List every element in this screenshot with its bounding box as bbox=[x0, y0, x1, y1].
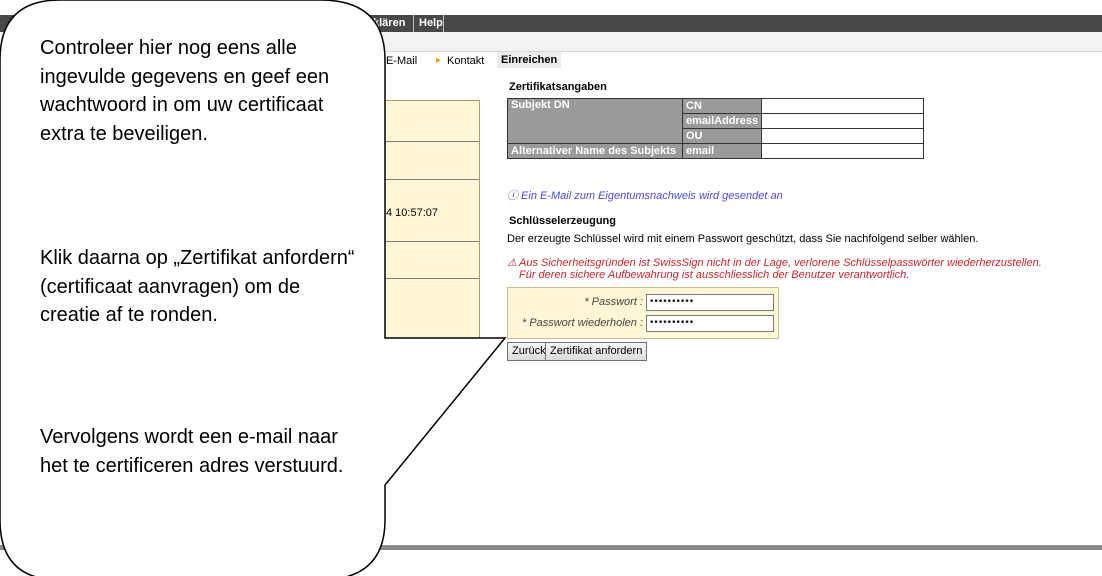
cert-table: Subjekt DN CN emailAddress OU Alternativ… bbox=[507, 98, 925, 159]
cert-section-title: Zertifikatsangaben bbox=[509, 81, 607, 93]
request-certificate-button[interactable]: Zertifikat anfordern bbox=[545, 342, 648, 361]
ou-value bbox=[761, 128, 925, 144]
warning-notice: ⚠ Aus Sicherheitsgründen ist SwissSign ni… bbox=[507, 257, 1042, 281]
callout-text-1: Controleer hier nog eens alle ingevulde … bbox=[40, 37, 330, 145]
alt-name-label: Alternativer Name des Subjekts bbox=[507, 143, 683, 159]
password-repeat-input[interactable]: •••••••••• bbox=[646, 315, 774, 332]
bottom-bar bbox=[0, 545, 1102, 550]
keygen-description: Der erzeugte Schlüssel wird mit einem Pa… bbox=[507, 233, 979, 245]
menu-item-klaeren[interactable]: klären bbox=[368, 15, 410, 32]
password-box: * Passwort : •••••••••• * Passwort wiede… bbox=[507, 287, 779, 339]
breadcrumb-kontakt[interactable]: Kontakt bbox=[447, 55, 484, 67]
password-label: * Passwort : bbox=[584, 296, 643, 308]
timestamp-value: 4 10:57:07 bbox=[386, 207, 438, 219]
warning-line-1: Aus Sicherheitsgründen ist SwissSign nic… bbox=[519, 257, 1042, 269]
password-input[interactable]: •••••••••• bbox=[646, 294, 774, 311]
email-value bbox=[761, 143, 925, 159]
warning-icon: ⚠ bbox=[507, 257, 517, 269]
divider bbox=[269, 241, 479, 242]
cn-value bbox=[761, 98, 925, 114]
password-repeat-label: * Passwort wiederholen : bbox=[521, 317, 643, 329]
info-notice: ⓘ Ein E-Mail zum Eigentumsnachweis wird … bbox=[507, 190, 783, 202]
callout-text-2: Klik daarna op „Zertifikat anfordern“ (c… bbox=[40, 247, 355, 326]
divider bbox=[269, 179, 479, 180]
breadcrumb-active-einreichen: Einreichen bbox=[497, 52, 562, 68]
field-cn: CN bbox=[681, 98, 763, 114]
keygen-section-title: Schlüsselerzeugung bbox=[509, 215, 616, 227]
email-address-value bbox=[761, 113, 925, 129]
callout-text-3: Vervolgens wordt een e-mail naar het te … bbox=[40, 426, 344, 477]
field-email-address: emailAddress bbox=[681, 113, 763, 129]
subject-dn-label: Subjekt DN bbox=[507, 98, 683, 144]
chevron-right-icon: ▸ bbox=[436, 55, 442, 66]
field-ou: OU bbox=[681, 128, 763, 144]
menu-separator bbox=[443, 15, 444, 32]
menu-bar bbox=[0, 15, 1102, 32]
warning-line-2: Für deren sichere Aufbewahrung ist aussc… bbox=[519, 269, 910, 281]
field-email: email bbox=[681, 143, 763, 159]
breadcrumb-email[interactable]: E-Mail bbox=[386, 55, 417, 67]
